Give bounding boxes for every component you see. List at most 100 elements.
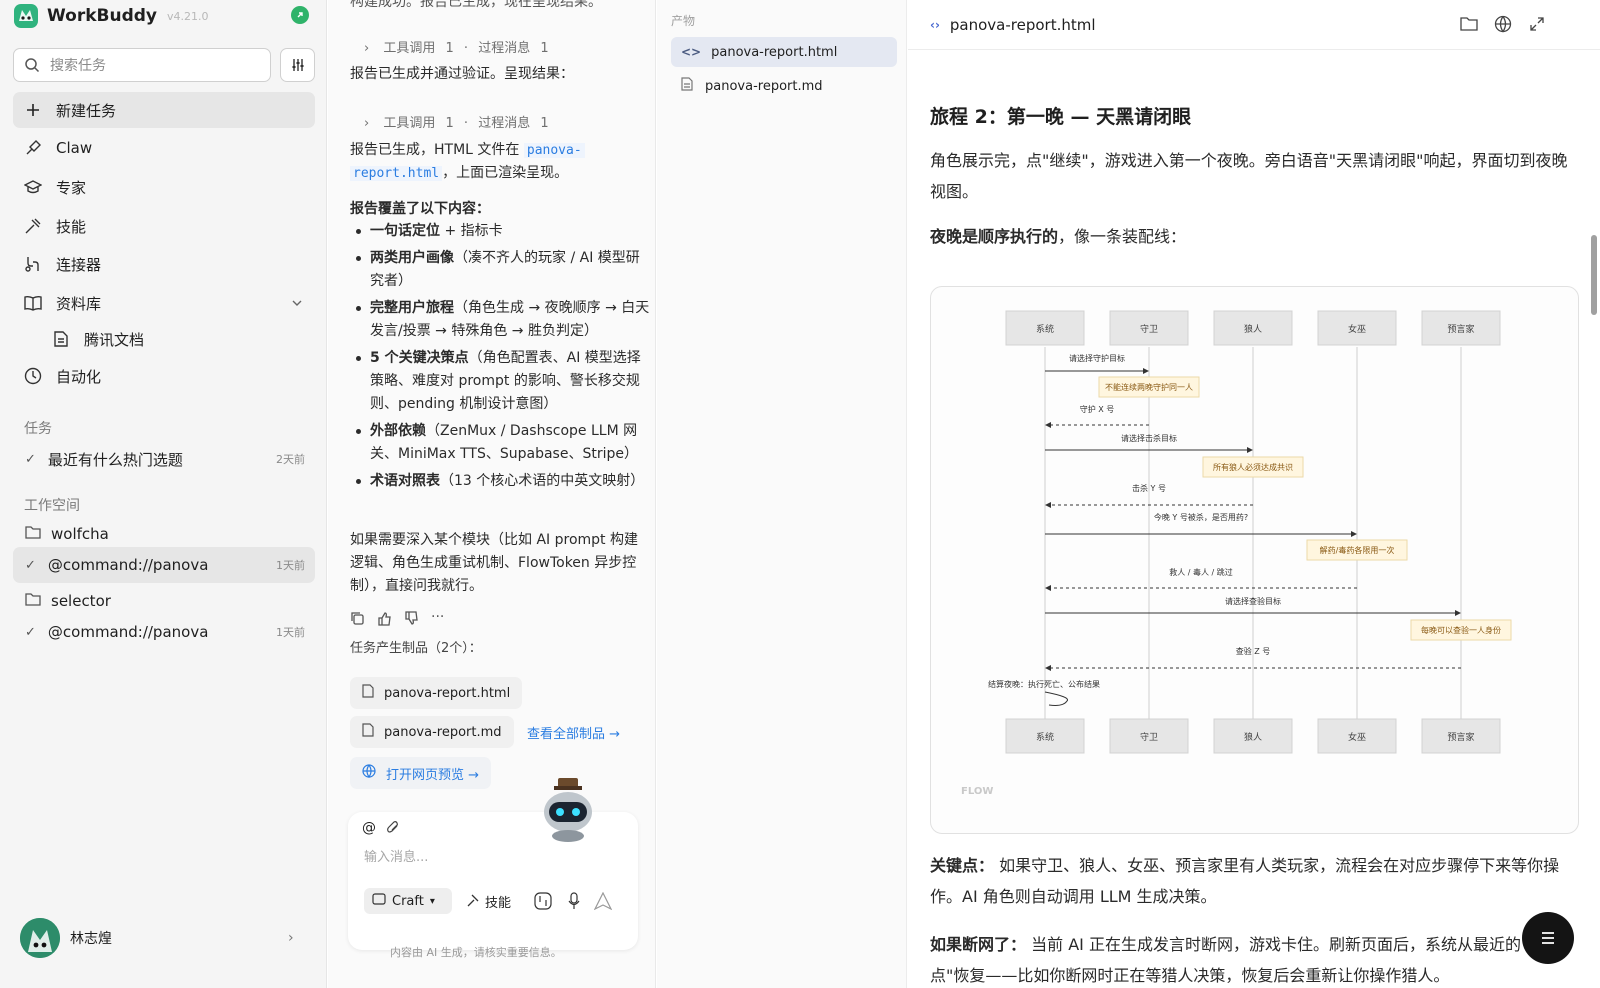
mention-icon[interactable]: @	[362, 820, 376, 838]
skill-label: 技能	[485, 896, 512, 911]
workspace-task-item[interactable]: ✓ @command://panova 1天前	[13, 547, 315, 583]
open-preview-label: 打开网页预览 →	[386, 767, 480, 783]
new-task-button[interactable]: 新建任务	[13, 92, 315, 128]
note-label: 解药/毒药各限用一次	[1320, 545, 1395, 555]
scrollbar[interactable]	[1591, 235, 1597, 315]
artifact-name: panova-report.md	[384, 724, 502, 740]
sync-status-icon[interactable]	[291, 6, 309, 24]
clock-icon	[23, 366, 43, 386]
filter-button[interactable]	[280, 48, 315, 82]
process-label: 过程消息	[478, 116, 531, 131]
folder-open-icon[interactable]	[1460, 16, 1478, 36]
nav-label: 资料库	[56, 294, 102, 313]
artifact-item-md[interactable]: panova-report.md	[671, 71, 897, 101]
nav-item-tencent-docs[interactable]: 腾讯文档	[41, 321, 315, 357]
folder-icon	[25, 525, 41, 543]
task-item[interactable]: ✓ 最近有什么热门选题 2天前	[13, 441, 315, 477]
chat-message: 报告已生成，HTML 文件在 panova- report.html ，上面已渲染…	[350, 139, 645, 185]
send-icon[interactable]	[593, 891, 613, 914]
self-arrow	[1044, 691, 1069, 706]
chevron-down-icon[interactable]	[291, 297, 303, 309]
arrowhead	[1247, 447, 1253, 453]
process-count: 1	[540, 41, 549, 56]
chevron-down-icon: ▾	[429, 895, 435, 907]
section-heading: 旅程 2：第一晚 — 天黑请闭眼	[930, 106, 1192, 128]
copy-icon[interactable]	[350, 611, 365, 630]
nav-item-automation[interactable]: 自动化	[13, 358, 315, 394]
nav-item-claw[interactable]: Claw	[13, 130, 315, 166]
artifacts-panel: 产物 <> panova-report.html panova-report.m…	[657, 0, 907, 988]
actor-label: 守卫	[1140, 731, 1158, 743]
sequence-diagram-svg: 系统系统守卫守卫狼人狼人女巫女巫预言家预言家请选择守护目标守护 X 号请选择击杀…	[961, 310, 1512, 797]
open-preview-button[interactable]: 打开网页预览 →	[350, 757, 492, 789]
actor-label: 女巫	[1348, 731, 1366, 743]
artifact-name: panova-report.html	[711, 44, 838, 60]
tool-calls-label: 工具调用	[383, 41, 436, 56]
artifact-chip-html[interactable]: panova-report.html	[350, 677, 523, 709]
message-label: 结算夜晚：执行死亡、公布结果	[988, 679, 1100, 689]
artifact-chip-md[interactable]: panova-report.md	[350, 716, 514, 748]
view-all-artifacts-link[interactable]: 查看全部制品 →	[527, 723, 620, 742]
code-icon: <>	[681, 45, 702, 59]
attach-icon[interactable]	[386, 820, 400, 838]
diagram-label: FLOW	[961, 786, 993, 797]
note-label: 不能连续两晚守护同一人	[1105, 382, 1193, 392]
library-icon	[23, 293, 43, 313]
mode-select[interactable]: Craft ▾	[364, 888, 452, 914]
arrowhead	[1045, 585, 1051, 591]
nav-item-connector[interactable]: 连接器	[13, 246, 315, 282]
nav-label: 连接器	[56, 255, 102, 274]
workspace-task-item[interactable]: ✓ @command://panova 1天前	[13, 614, 315, 650]
tool-call-summary[interactable]: › 工具调用 1 · 过程消息 1	[364, 37, 549, 56]
more-icon[interactable]: ···	[431, 610, 444, 630]
list-item: 完整用户旅程（角色生成 → 夜晚顺序 → 白天发言/投票 → 特殊角色 → 胜负…	[350, 297, 650, 343]
app-version: v4.21.0	[167, 9, 209, 23]
actor-label: 预言家	[1447, 323, 1474, 335]
followup-text: 如果需要深入某个模块（比如 AI prompt 构建逻辑、角色生成重试机制、Fl…	[350, 532, 638, 594]
preview-header: ‹› panova-report.html	[908, 0, 1600, 50]
skill-icon	[23, 216, 43, 236]
folder-label: selector	[51, 592, 111, 610]
skill-button[interactable]: 技能	[466, 892, 511, 911]
doc-icon	[51, 329, 71, 349]
covers-title: 报告覆盖了以下内容：	[350, 201, 490, 217]
chat-top-text: 构建成功。报告已生成，现在呈现结果。	[350, 0, 602, 10]
menu-button[interactable]	[1522, 912, 1574, 964]
user-profile[interactable]: 林志煌 ›	[20, 918, 294, 958]
task-time: 2天前	[276, 453, 305, 466]
message-label: 请选择查验目标	[1225, 596, 1281, 606]
nav-item-expert[interactable]: 专家	[13, 169, 315, 205]
nav-label: Claw	[56, 139, 93, 157]
plus-icon	[23, 100, 43, 120]
nav-label: 技能	[56, 217, 87, 236]
avatar	[20, 918, 60, 958]
search-input[interactable]: 搜索任务	[13, 48, 271, 82]
mode-label: Craft	[392, 893, 424, 909]
list-item: 两类用户画像（凑不齐人的玩家 / AI 模型研究者）	[350, 247, 650, 293]
thumbs-down-icon[interactable]	[404, 611, 419, 630]
arrowhead	[1455, 610, 1461, 616]
search-placeholder: 搜索任务	[50, 58, 106, 74]
thumbs-up-icon[interactable]	[377, 611, 392, 630]
expand-icon[interactable]	[1529, 16, 1545, 36]
globe-icon[interactable]	[1494, 15, 1512, 37]
nav-item-skill[interactable]: 技能	[13, 208, 315, 244]
inline-code: panova-	[523, 143, 585, 158]
list-item: 5 个关键决策点（角色配置表、AI 模型选择策略、难度对 prompt 的影响、…	[350, 347, 650, 416]
process-count: 1	[540, 116, 549, 131]
paragraph: 角色展示完，点"继续"，游戏进入第一个夜晚。旁白语音"天黑请闭眼"响起，界面切到…	[930, 151, 1568, 201]
microphone-icon[interactable]	[568, 892, 580, 914]
artifact-item-html[interactable]: <> panova-report.html	[671, 37, 897, 67]
message-label: 请选择击杀目标	[1121, 433, 1177, 443]
nav-item-library[interactable]: 资料库	[13, 285, 315, 321]
msg-text: 报告已生成，HTML 文件在	[350, 142, 520, 158]
tool-call-summary[interactable]: › 工具调用 1 · 过程消息 1	[364, 112, 549, 131]
tool-calls-count: 1	[445, 116, 454, 131]
message-label: 请选择守护目标	[1069, 353, 1125, 363]
connector-icon[interactable]	[534, 892, 552, 914]
message-input[interactable]: 输入消息...	[364, 846, 428, 865]
chat-message: 报告已生成并通过验证。呈现结果：	[350, 66, 574, 82]
folder-icon	[25, 592, 41, 610]
chat-panel: 构建成功。报告已生成，现在呈现结果。 › 工具调用 1 · 过程消息 1 报告已…	[328, 0, 656, 988]
paragraph: 关键点： 如果守卫、狼人、女巫、预言家里有人类玩家，流程会在对应步骤停下来等你操…	[930, 856, 1560, 906]
